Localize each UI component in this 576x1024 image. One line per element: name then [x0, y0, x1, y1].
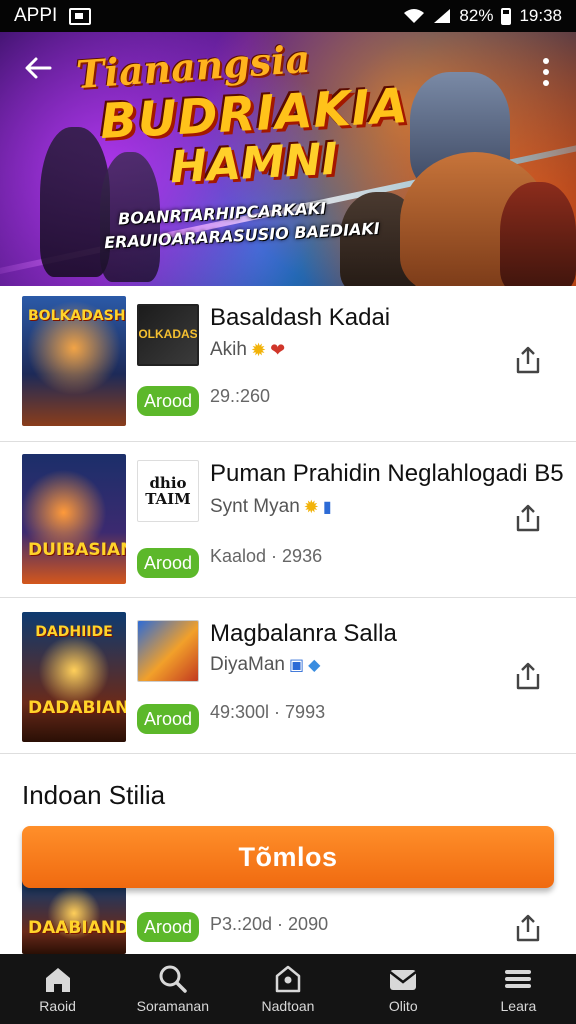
status-app-label: APPI: [14, 5, 58, 26]
game-logo: BOLKADASH: [137, 304, 199, 366]
clock: 19:38: [519, 6, 562, 25]
primary-action-button[interactable]: Tõmlos: [22, 826, 554, 888]
play-badge[interactable]: Arood: [137, 704, 199, 734]
sun-icon: ✹: [250, 339, 267, 360]
nav-label: Raoid: [39, 998, 76, 1014]
game-logo: [137, 620, 199, 682]
thumbnail-title: DADABIAND: [28, 698, 126, 718]
game-meta: Kaalod · 2936: [210, 546, 323, 566]
dot-icon: [543, 58, 549, 64]
thumbnail-title: DUIBASIAN: [28, 540, 126, 560]
badge-icon: ▮: [322, 499, 332, 516]
thumbnail-title: DAABIAND: [28, 918, 126, 938]
game-meta: P3.:20d · 2090: [210, 914, 329, 934]
hero-title-line-3: HAMNI: [168, 133, 340, 194]
game-thumbnail[interactable]: DADHIIDE DADABIAND: [22, 612, 126, 742]
nav-label: Nadtoan: [261, 998, 315, 1014]
game-title[interactable]: Basaldash Kadai: [210, 304, 390, 332]
game-developer: Synt Myan ✹ ▮: [210, 496, 332, 518]
nav-item-inbox[interactable]: Olito: [346, 954, 461, 1024]
game-developer: Akih ✹ ❤: [210, 339, 285, 361]
share-icon[interactable]: [512, 912, 544, 944]
menu-icon: [505, 970, 532, 988]
game-meta: 49:300l · 7993: [210, 702, 326, 722]
badge-icon: ▣: [288, 657, 305, 674]
game-developer: DiyaMan ▣ ◆: [210, 654, 320, 676]
nav-item-search[interactable]: Soramanan: [115, 954, 230, 1024]
play-badge[interactable]: Arood: [137, 386, 199, 416]
developer-name: Synt Myan: [210, 496, 300, 517]
status-bar: APPI 82% 19:38: [0, 0, 576, 32]
dot-icon: [543, 69, 549, 75]
logo-text: BOLKADASH: [138, 327, 198, 342]
game-title[interactable]: Puman Prahidin Neglahlogadi B5: [210, 460, 564, 488]
inbox-icon: [389, 970, 417, 990]
sun-icon: ✹: [303, 496, 319, 517]
nav-item-home[interactable]: Raoid: [0, 954, 115, 1024]
nav-item-center[interactable]: Nadtoan: [230, 954, 345, 1024]
wifi-icon: [404, 9, 425, 23]
dot-icon: [543, 80, 549, 86]
battery-icon: [501, 7, 512, 25]
share-icon[interactable]: [512, 660, 544, 692]
game-thumbnail[interactable]: DAABIAND: [22, 880, 126, 954]
nav-item-more[interactable]: Leara: [461, 954, 576, 1024]
thumbnail-top-text: DADHIIDE: [35, 624, 113, 640]
image-notification-icon: [69, 7, 92, 25]
play-badge[interactable]: Arood: [137, 548, 199, 578]
gem-icon: ◆: [308, 657, 321, 674]
logo-text: dhio TAIM: [145, 473, 191, 508]
thumbnail-title: BOLKADASH: [28, 308, 126, 324]
share-icon[interactable]: [512, 502, 544, 534]
section-title: Indoan Stilia: [22, 780, 166, 810]
home-icon: [45, 968, 70, 992]
developer-name: DiyaMan: [210, 654, 285, 675]
more-options-button[interactable]: [534, 52, 558, 92]
hero-character: [500, 182, 576, 286]
share-icon[interactable]: [512, 344, 544, 376]
signal-icon: [434, 9, 451, 23]
game-meta: 29.:260: [210, 386, 271, 406]
game-logo: dhio TAIM: [137, 460, 199, 522]
hero-banner[interactable]: Tianangsia BUDRIAKIA HAMNI BOANRTARHIPCA…: [0, 32, 576, 286]
back-button[interactable]: [22, 52, 62, 92]
bottom-navigation: Raoid Soramanan Nadtoan Olito Leara: [0, 954, 576, 1024]
play-badge[interactable]: Arood: [137, 912, 199, 942]
heart-icon: ❤: [270, 339, 286, 360]
developer-name: Akih: [210, 339, 247, 360]
game-list-item[interactable]: DADHIIDE DADABIAND Arood Magbalanra Sall…: [0, 598, 576, 754]
nav-label: Leara: [500, 998, 537, 1014]
game-list-item[interactable]: DUIBASIAN dhio TAIM Arood Puman Prahidin…: [0, 442, 576, 598]
shield-home-icon: [275, 965, 301, 993]
nav-label: Olito: [388, 998, 418, 1014]
game-list-item[interactable]: BOLKADASH BOLKADASH Arood Basaldash Kada…: [0, 286, 576, 442]
battery-percent: 82%: [459, 6, 494, 25]
nav-label: Soramanan: [136, 998, 209, 1014]
game-list-item[interactable]: DAABIAND Arood P3.:20d · 2090: [0, 880, 576, 954]
game-title[interactable]: Magbalanra Salla: [210, 620, 397, 648]
back-arrow-icon: [25, 57, 52, 79]
game-thumbnail[interactable]: DUIBASIAN: [22, 454, 126, 584]
game-thumbnail[interactable]: BOLKADASH: [22, 296, 126, 426]
search-icon: [159, 965, 187, 993]
